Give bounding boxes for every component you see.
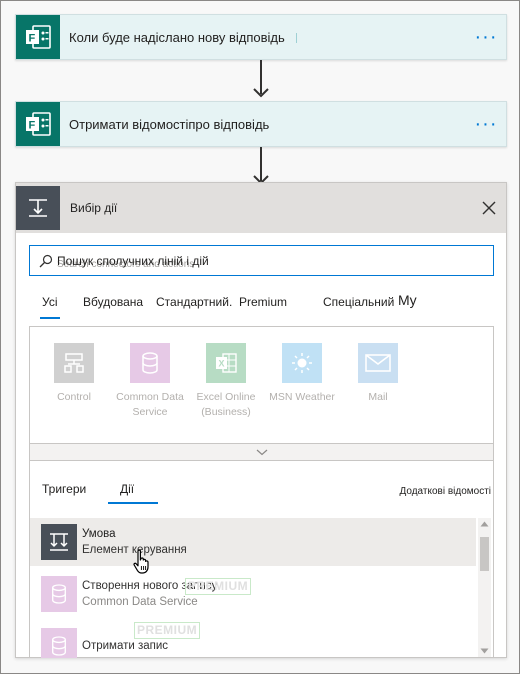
search-input[interactable]: Search connectors and actions Пошук спол…: [29, 245, 494, 276]
connector-msn-weather[interactable]: MSN Weather: [262, 343, 342, 405]
tab-custom[interactable]: Спеціальний: [323, 295, 394, 309]
connector-grid: Control Common Data Service X Excel Onli…: [29, 326, 494, 443]
tab-built-in[interactable]: Вбудована: [83, 295, 143, 309]
actions-list: Умова Елемент керування Створення нового…: [30, 518, 476, 658]
svg-text:X: X: [219, 359, 225, 369]
svg-text:F: F: [29, 33, 36, 45]
tab-premium[interactable]: Premium: [239, 295, 287, 309]
connector-common-data-service[interactable]: Common Data Service: [110, 343, 190, 420]
connector-label: MSN Weather: [269, 391, 335, 403]
actions-section: Тригери Дії Додаткові відомості Умова Ел…: [29, 461, 495, 658]
database-icon: [130, 343, 170, 383]
arrow-down-icon: [253, 88, 269, 98]
connector-excel-online[interactable]: X Excel Online (Business): [186, 343, 266, 420]
control-icon: [54, 343, 94, 383]
action-item-title: Отримати запис: [82, 640, 169, 652]
connector-mail[interactable]: Mail: [338, 343, 418, 405]
more-options-icon[interactable]: ···: [466, 114, 506, 134]
premium-badge: PREMIUM: [185, 578, 252, 595]
database-icon: [41, 576, 77, 612]
connector-label: Common Data Service: [116, 391, 184, 418]
choose-action-header: Вибір дії: [16, 183, 506, 233]
scroll-up-icon[interactable]: [480, 521, 489, 527]
connector-label: Mail: [368, 391, 388, 403]
action-item-title: Умова: [82, 528, 116, 540]
scroll-thumb[interactable]: [480, 537, 489, 571]
scroll-down-icon[interactable]: [480, 648, 489, 654]
get-response-step-card[interactable]: F Отримати відомостіпро відповідь ···: [15, 101, 507, 147]
search-icon: [39, 254, 53, 267]
condition-icon: [16, 186, 60, 230]
svg-text:F: F: [29, 120, 36, 132]
database-icon: [41, 628, 77, 658]
close-icon[interactable]: [480, 199, 498, 217]
panel-title: Вибір дії: [70, 201, 118, 215]
tab-actions[interactable]: Дії: [107, 482, 159, 504]
search-value: Search connectors and actions Пошук спол…: [57, 253, 209, 270]
tab-triggers[interactable]: Тригери: [42, 482, 86, 496]
chevron-down-icon: [256, 449, 267, 455]
trigger-step-card[interactable]: F Коли буде надіслано нову відповідь ···: [15, 14, 507, 60]
forms-icon: F: [16, 102, 60, 146]
tab-my[interactable]: My: [398, 292, 417, 308]
action-item-subtitle: Common Data Service: [82, 596, 198, 608]
mail-icon: [358, 343, 398, 383]
premium-badge: PREMIUM: [134, 622, 201, 639]
text-cursor-mark: [296, 33, 297, 43]
connector-control[interactable]: Control: [34, 343, 114, 405]
action-item-create-record[interactable]: Створення нового запису Common Data Serv…: [30, 570, 476, 618]
choose-action-panel: Вибір дії Search connectors and actions …: [15, 182, 507, 658]
sun-icon: [282, 343, 322, 383]
tab-standard[interactable]: Стандартний.: [156, 295, 232, 309]
excel-icon: X: [206, 343, 246, 383]
connector-label: Control: [57, 391, 91, 403]
expand-connectors-button[interactable]: [29, 443, 494, 461]
action-item-text: Отримати запис: [82, 638, 168, 654]
forms-icon: F: [16, 15, 60, 59]
more-info-link[interactable]: Додаткові відомості: [399, 486, 491, 497]
action-item-condition[interactable]: Умова Елемент керування: [30, 518, 476, 566]
connector-filter-tabs: Усі Вбудована Стандартний. Premium Спеці…: [29, 292, 494, 321]
more-options-icon[interactable]: ···: [466, 27, 506, 47]
get-response-step-label: Отримати відомостіпро відповідь: [69, 116, 270, 132]
connector-label: Excel Online (Business): [196, 391, 256, 418]
trigger-step-label: Коли буде надіслано нову відповідь: [69, 29, 285, 45]
action-item-get-record[interactable]: Отримати запис PREMIUM: [30, 622, 476, 658]
hand-pointer-icon: [133, 549, 149, 574]
flow-designer-canvas: F Коли буде надіслано нову відповідь ···…: [0, 0, 520, 674]
tab-all[interactable]: Усі: [40, 295, 60, 319]
actions-scrollbar[interactable]: [478, 518, 491, 657]
condition-icon: [41, 524, 77, 560]
trigger-action-tabs: Тригери Дії Додаткові відомості: [30, 461, 495, 517]
